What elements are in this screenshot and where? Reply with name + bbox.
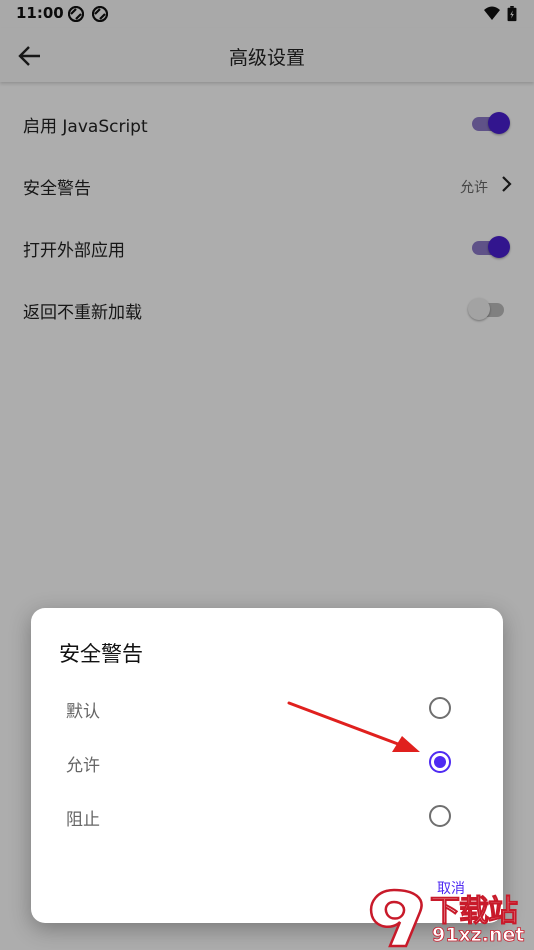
option-block[interactable]: 阻止 bbox=[31, 789, 503, 843]
watermark-url: 91xz.net bbox=[432, 924, 525, 947]
annotation-arrow bbox=[287, 701, 420, 752]
option-default[interactable]: 默认 bbox=[31, 681, 503, 735]
option-label: 阻止 bbox=[66, 810, 100, 830]
option-label: 默认 bbox=[66, 702, 100, 722]
watermark: 下载站 91xz.net bbox=[360, 884, 534, 950]
watermark-logo-icon bbox=[369, 888, 423, 948]
radio-button-selected[interactable] bbox=[429, 751, 451, 773]
option-allow[interactable]: 允许 bbox=[31, 735, 503, 789]
radio-button[interactable] bbox=[429, 697, 451, 719]
radio-button[interactable] bbox=[429, 805, 451, 827]
security-warning-dialog: 安全警告 默认 允许 阻止 取消 bbox=[31, 608, 503, 923]
dialog-title: 安全警告 bbox=[59, 642, 143, 666]
option-label: 允许 bbox=[66, 756, 100, 776]
